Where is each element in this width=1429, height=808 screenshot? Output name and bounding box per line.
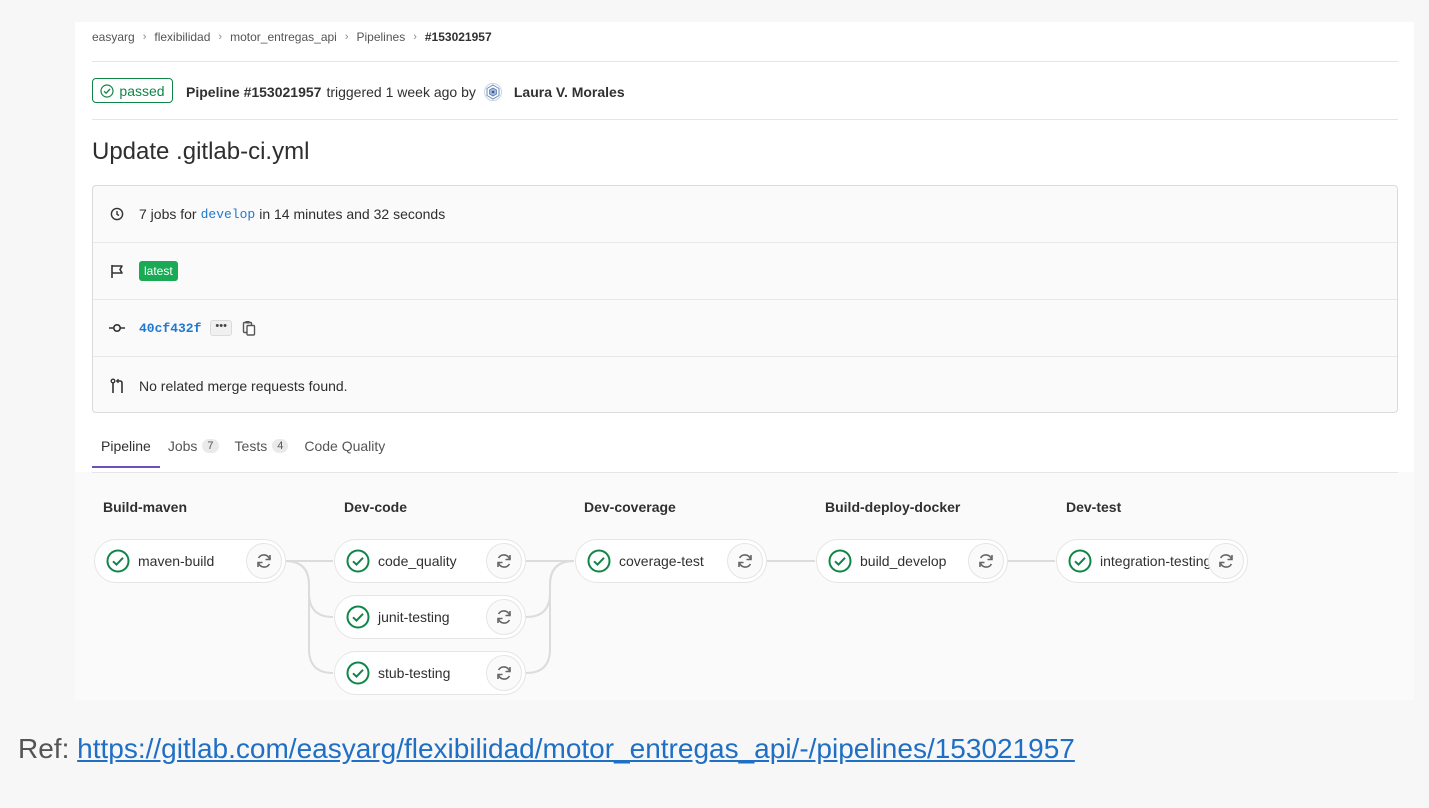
job-name: code_quality	[378, 553, 457, 569]
retry-button[interactable]	[486, 599, 522, 635]
reference-prefix: Ref:	[18, 733, 70, 764]
chevron-right-icon: ›	[413, 31, 417, 43]
retry-icon	[1219, 554, 1233, 568]
pipeline-info-box: 7 jobs for develop in 14 minutes and 32 …	[92, 185, 1398, 413]
stage-title-dev-code: Dev-code	[344, 499, 408, 515]
retry-icon	[738, 554, 752, 568]
tab-count-badge: 7	[202, 439, 219, 453]
tab-label: Pipeline	[101, 438, 151, 454]
retry-icon	[497, 666, 511, 680]
check-circle-icon	[106, 549, 130, 573]
check-circle-icon	[346, 661, 370, 685]
job-name: maven-build	[138, 553, 215, 569]
pipeline-header: Pipeline #153021957 triggered 1 week ago…	[186, 83, 625, 101]
job-code-quality[interactable]: code_quality	[334, 539, 526, 583]
job-name: integration-testing	[1100, 553, 1212, 569]
check-circle-icon	[587, 549, 611, 573]
latest-badge: latest	[139, 261, 178, 281]
chevron-right-icon: ›	[142, 31, 147, 43]
latest-row: latest	[93, 243, 1397, 300]
page-title: Update .gitlab-ci.yml	[92, 138, 310, 165]
chevron-right-icon: ›	[218, 31, 223, 43]
divider	[92, 119, 1398, 120]
retry-icon	[257, 554, 271, 568]
job-junit-testing[interactable]: junit-testing	[334, 595, 526, 639]
retry-icon	[497, 610, 511, 624]
check-circle-icon	[346, 549, 370, 573]
duration-text: in 14 minutes and 32 seconds	[259, 206, 446, 222]
breadcrumb: easyarg › flexibilidad › motor_entregas_…	[92, 30, 492, 44]
tab-label: Jobs	[167, 438, 198, 454]
job-name: stub-testing	[378, 665, 451, 681]
retry-icon	[979, 554, 993, 568]
job-build-develop[interactable]: build_develop	[816, 539, 1008, 583]
status-badge[interactable]: passed	[92, 78, 173, 103]
tab-label: Code Quality	[304, 438, 386, 454]
breadcrumb-item-pipelines[interactable]: Pipelines	[357, 30, 406, 44]
jobs-summary-row: 7 jobs for develop in 14 minutes and 32 …	[93, 186, 1397, 243]
tab-count-badge: 4	[272, 439, 289, 453]
tab-code-quality[interactable]: Code Quality	[304, 430, 385, 467]
avatar[interactable]	[483, 83, 502, 101]
status-label: passed	[119, 82, 165, 99]
divider	[92, 61, 1398, 62]
tab-tests[interactable]: Tests 4	[235, 430, 289, 467]
pipeline-id: Pipeline #153021957	[186, 84, 322, 100]
merge-requests-text: No related merge requests found.	[139, 377, 348, 394]
job-name: build_develop	[860, 553, 947, 569]
job-stub-testing[interactable]: stub-testing	[334, 651, 526, 695]
tab-jobs[interactable]: Jobs 7	[168, 430, 219, 467]
reference-link[interactable]: https://gitlab.com/easyarg/flexibilidad/…	[77, 733, 1075, 764]
tab-label: Tests	[234, 438, 268, 454]
commit-icon	[109, 320, 125, 336]
user-link[interactable]: Laura V. Morales	[514, 84, 625, 100]
breadcrumb-item-current[interactable]: #153021957	[425, 30, 492, 44]
retry-button[interactable]	[486, 543, 522, 579]
job-coverage-test[interactable]: coverage-test	[575, 539, 767, 583]
triggered-text: triggered 1 week ago by	[326, 84, 476, 100]
check-circle-icon	[346, 605, 370, 629]
stage-title-dev-test: Dev-test	[1066, 499, 1122, 515]
stage-title-build-deploy-docker: Build-deploy-docker	[825, 499, 961, 515]
job-maven-build[interactable]: maven-build	[94, 539, 286, 583]
check-circle-icon	[100, 83, 115, 98]
branch-link[interactable]: develop	[201, 207, 256, 222]
breadcrumb-item-group[interactable]: easyarg	[92, 30, 135, 44]
job-name: junit-testing	[378, 609, 450, 625]
copy-icon[interactable]	[242, 320, 256, 336]
stage-title-dev-coverage: Dev-coverage	[584, 499, 676, 515]
chevron-right-icon: ›	[344, 31, 349, 43]
pipeline-tabs: Pipeline Jobs 7 Tests 4 Code Quality	[92, 430, 401, 472]
tab-pipeline[interactable]: Pipeline	[92, 430, 160, 468]
check-circle-icon	[1068, 549, 1092, 573]
pipeline-graph-area	[75, 472, 1414, 700]
merge-request-icon	[109, 378, 125, 394]
retry-button[interactable]	[486, 655, 522, 691]
job-integration-testing[interactable]: integration-testing	[1056, 539, 1248, 583]
flag-icon	[109, 263, 125, 279]
retry-button[interactable]	[1208, 543, 1244, 579]
retry-icon	[497, 554, 511, 568]
check-circle-icon	[828, 549, 852, 573]
job-name: coverage-test	[619, 553, 704, 569]
merge-requests-row: No related merge requests found.	[93, 357, 1397, 414]
retry-button[interactable]	[246, 543, 282, 579]
breadcrumb-item-subgroup[interactable]: flexibilidad	[154, 30, 210, 44]
commit-sha-link[interactable]: 40cf432f	[139, 321, 201, 336]
retry-button[interactable]	[727, 543, 763, 579]
expand-commit-message-button[interactable]: •••	[210, 320, 232, 336]
stage-title-build-maven: Build-maven	[103, 499, 188, 515]
retry-button[interactable]	[968, 543, 1004, 579]
jobs-count-text: 7 jobs for	[139, 206, 197, 222]
breadcrumb-item-project[interactable]: motor_entregas_api	[230, 30, 337, 44]
clock-icon	[109, 206, 125, 222]
tabs-divider	[92, 472, 1398, 473]
reference-caption: Ref: https://gitlab.com/easyarg/flexibil…	[18, 733, 1075, 765]
commit-row: 40cf432f •••	[93, 300, 1397, 357]
